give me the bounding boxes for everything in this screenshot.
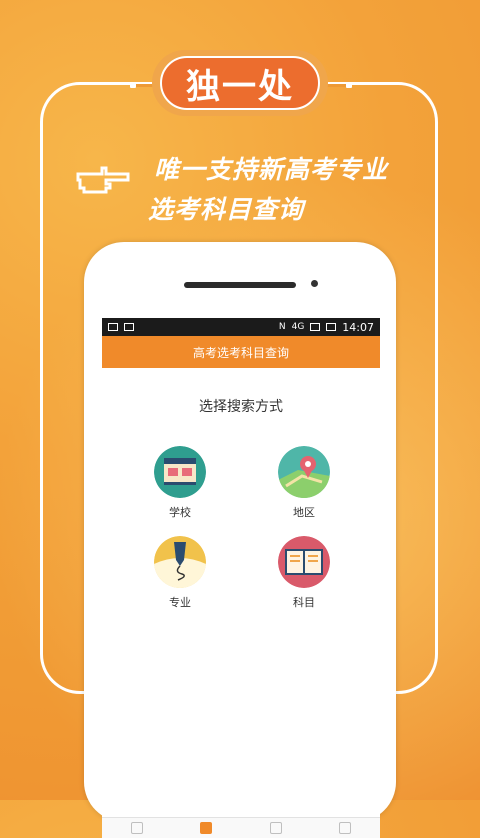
- book-icon: [278, 536, 330, 588]
- phone-mockup: N 4G 14:07 高考选考科目查询 选择搜索方式 学校 地区 专业 科目: [84, 242, 396, 838]
- headline-line2: 选考科目查询: [148, 195, 305, 224]
- phone-camera: [311, 280, 318, 287]
- phone-speaker: [184, 282, 296, 288]
- badge-text: 独一处: [160, 56, 320, 110]
- news-tab-icon[interactable]: [269, 822, 282, 834]
- option-school[interactable]: 学校: [150, 446, 210, 520]
- option-school-label: 学校: [169, 506, 191, 519]
- image-notification-icon: [108, 323, 118, 331]
- option-major-label: 专业: [169, 596, 191, 609]
- option-region[interactable]: 地区: [274, 446, 334, 520]
- option-major[interactable]: 专业: [150, 536, 210, 610]
- frame-dot-left: [130, 82, 136, 88]
- map-pin-icon: [278, 446, 330, 498]
- status-time: 14:07: [342, 320, 374, 334]
- app-title: 高考选考科目查询: [102, 336, 380, 368]
- phone-screen: N 4G 14:07 高考选考科目查询 选择搜索方式 学校 地区 专业 科目: [102, 318, 380, 838]
- nfc-icon: N: [278, 322, 286, 332]
- status-bar: N 4G 14:07: [102, 318, 380, 336]
- document-tab-icon[interactable]: [200, 822, 213, 834]
- option-subject-label: 科目: [293, 596, 315, 609]
- badge: 独一处: [152, 50, 328, 116]
- network-type: 4G: [291, 322, 305, 332]
- pen-icon: [154, 536, 206, 588]
- home-tab-icon[interactable]: [130, 822, 143, 834]
- signal-icon: [310, 323, 321, 331]
- option-region-label: 地区: [293, 506, 315, 519]
- mail-notification-icon: [124, 323, 134, 331]
- frame-dot-right: [346, 82, 352, 88]
- school-icon: [154, 446, 206, 498]
- bottom-tab-bar: [102, 817, 380, 838]
- pointing-hand-icon: [76, 166, 130, 194]
- profile-tab-icon[interactable]: [339, 822, 352, 834]
- option-subject[interactable]: 科目: [274, 536, 334, 610]
- main-content: 选择搜索方式 学校 地区 专业 科目: [102, 368, 380, 838]
- headline-line1: 唯一支持新高考专业: [154, 155, 389, 184]
- battery-icon: [326, 323, 337, 331]
- search-method-title: 选择搜索方式: [199, 399, 283, 415]
